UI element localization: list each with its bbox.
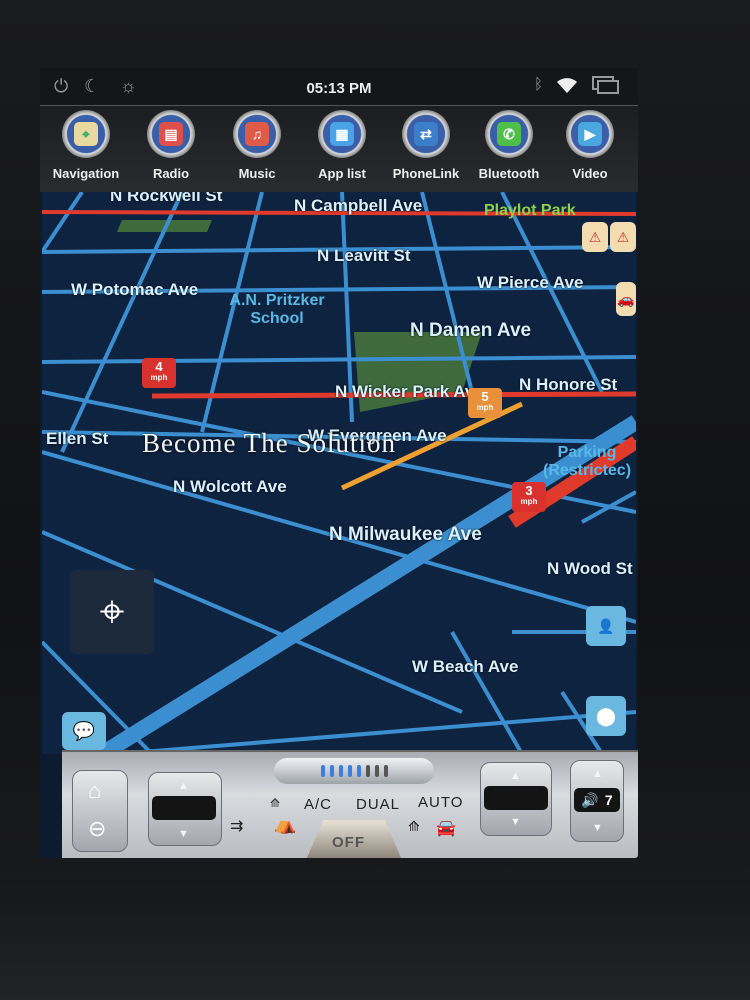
recirculation-icon[interactable]: 🚘 (436, 818, 456, 838)
fan-level-segment (347, 765, 352, 777)
volume-down-icon[interactable]: ▼ (592, 822, 603, 834)
report-button[interactable]: ⬤ (586, 696, 626, 736)
off-label: OFF (332, 834, 365, 851)
app-radio[interactable]: ▤ Radio (131, 110, 211, 181)
home-icon: ⌂ (88, 778, 102, 803)
app-phonelink[interactable]: ⇄ PhoneLink (386, 110, 466, 181)
street-label: N Leavitt St (317, 246, 411, 265)
app-navigation[interactable]: ⌖ Navigation (46, 110, 126, 181)
clock: 05:13 PM (306, 80, 372, 97)
app-video[interactable]: ▶ Video (550, 110, 630, 181)
speed-marker[interactable]: 4 mph (142, 358, 176, 388)
dashboard-trim (0, 880, 750, 1000)
music-icon: ♫ (245, 122, 269, 146)
rear-defrost-icon[interactable]: ⟰ (408, 818, 420, 835)
navigation-icon: ⌖ (74, 122, 98, 146)
recenter-button[interactable]: ⌖ (70, 570, 154, 654)
map-pin-icon: ⬤ (595, 705, 617, 726)
volume-display: 🔊 7 (574, 788, 620, 812)
street-label: W Pierce Ave (477, 273, 584, 292)
home-button[interactable]: ⌂ (88, 778, 101, 804)
fan-level-segment (365, 765, 370, 777)
street-label: N Campbell Ave (294, 196, 423, 215)
volume-up-icon[interactable]: ▲ (592, 768, 603, 780)
status-bar: ⏻ ☾ ☼ 05:13 PM ᛒ (40, 68, 638, 106)
app-app-list[interactable]: ▦ App list (302, 110, 382, 181)
street-label: N Rockwell St (110, 192, 223, 205)
fan-level-segment (383, 765, 388, 777)
parking-label: Parking (Restrictec) (542, 444, 632, 479)
street-label: N Wood St (547, 559, 633, 578)
speaker-icon: 🔊 (581, 791, 599, 808)
radio-icon: ▤ (159, 122, 183, 146)
seat-airflow-icon[interactable]: ⛺ (274, 814, 296, 835)
auto-button[interactable]: AUTO (418, 794, 463, 811)
speed-marker[interactable]: 5 mph (468, 388, 502, 418)
back-button[interactable]: ⊖ (88, 816, 106, 842)
park-label: Playlot Park (484, 202, 576, 219)
phonelink-icon: ⇄ (414, 122, 438, 146)
temp-down-icon[interactable]: ▼ (178, 828, 189, 840)
chat-button[interactable]: 💬 (62, 712, 106, 750)
street-label: W Potomac Ave (71, 280, 199, 299)
street-label: N Damen Ave (410, 320, 532, 341)
app-music[interactable]: ♫ Music (217, 110, 297, 181)
street-label: N Wolcott Ave (173, 477, 287, 496)
fan-level-segment (329, 765, 334, 777)
speed-marker[interactable]: 3 mph (512, 482, 546, 512)
street-label: N Milwaukee Ave (329, 524, 482, 545)
video-icon: ▶ (578, 122, 602, 146)
user-count-button[interactable]: 👤 (586, 606, 626, 646)
street-label: N Honore St (519, 375, 618, 394)
app-dock: ⌖ Navigation ▤ Radio ♫ Music ▦ App list ⇄ Pho… (40, 106, 638, 192)
accident-icon[interactable]: 🚗 (616, 282, 636, 316)
passenger-temp-display (484, 786, 548, 810)
street-label: W Beach Ave (412, 657, 519, 676)
chat-bubble-icon: 💬 (72, 720, 96, 741)
fan-level-segment (356, 765, 361, 777)
airflow-direction-icon[interactable]: ⇉ (230, 816, 243, 836)
ac-button[interactable]: A/C (304, 796, 332, 813)
temp-down-icon[interactable]: ▼ (510, 816, 521, 828)
recent-apps-icon[interactable] (592, 76, 620, 99)
app-list-icon: ▦ (330, 122, 354, 146)
navigation-map[interactable]: N Rockwell St N Campbell Ave Playlot Par… (42, 192, 636, 754)
fan-level-segment (374, 765, 379, 777)
street-label: N Wicker Park Ave (335, 382, 484, 401)
road-closure-icon[interactable]: ⚠ (610, 222, 636, 252)
driver-temp-display (152, 796, 216, 820)
temp-up-icon[interactable]: ▲ (178, 780, 189, 792)
front-defrost-icon[interactable]: ⟰ (270, 796, 280, 810)
watermark-logo: Become The Solution (142, 428, 396, 458)
fan-level-segment (320, 765, 325, 777)
phone-icon: ✆ (497, 122, 521, 146)
street-label: Ellen St (46, 429, 109, 448)
road-closure-icon[interactable]: ⚠ (582, 222, 608, 252)
fan-speed-bar[interactable] (274, 758, 434, 784)
bluetooth-icon: ᛒ (534, 76, 544, 93)
head-unit-screen: ⏻ ☾ ☼ 05:13 PM ᛒ ⌖ Navigation ▤ Radio ♫ Mus… (40, 68, 638, 858)
school-label: A.N. Pritzker School (229, 292, 325, 327)
climate-control-panel: ⌂ ⊖ ▲ ▼ ⇉ ⟰ ⛺ A/C DUAL AUTO OFF ⟰ 🚘 ▲ ▼ … (62, 750, 638, 858)
fan-level-segment (338, 765, 343, 777)
crosshair-icon: ⌖ (99, 587, 125, 636)
dual-button[interactable]: DUAL (356, 796, 400, 813)
person-icon: 👤 (597, 617, 615, 634)
temp-up-icon[interactable]: ▲ (510, 770, 521, 782)
back-arrow-icon: ⊖ (88, 816, 107, 841)
app-bluetooth[interactable]: ✆ Bluetooth (469, 110, 549, 181)
wifi-icon (556, 76, 578, 99)
